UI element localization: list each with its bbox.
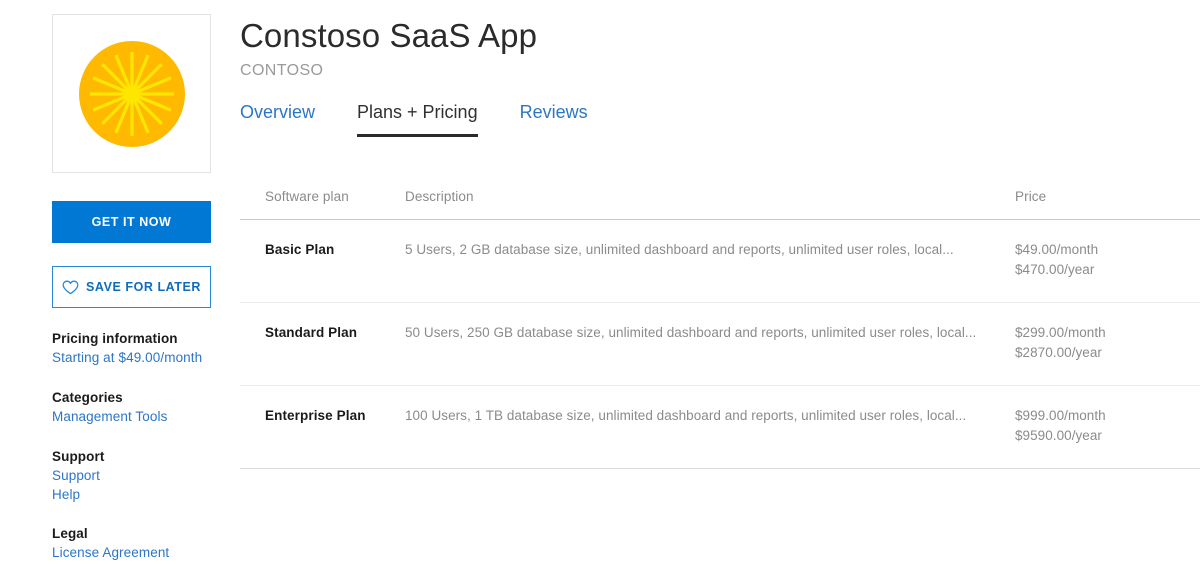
plan-description: 100 Users, 1 TB database size, unlimited… (405, 406, 1015, 425)
column-header-price: Price (1015, 189, 1200, 220)
plan-description: 5 Users, 2 GB database size, unlimited d… (405, 240, 1015, 259)
plan-description: 50 Users, 250 GB database size, unlimite… (405, 323, 1015, 342)
tab-plans-pricing[interactable]: Plans + Pricing (357, 99, 478, 137)
page-title: Constoso SaaS App (240, 16, 1180, 56)
offer-header: Constoso SaaS App CONTOSO Overview Plans… (240, 16, 1180, 137)
sidebar-link-starting-price[interactable]: Starting at $49.00/month (52, 348, 212, 367)
plan-name: Standard Plan (265, 323, 405, 342)
sun-burst-icon (72, 34, 192, 154)
column-header-software-plan: Software plan (240, 189, 405, 220)
plan-price-yearly: $470.00/year (1015, 260, 1200, 280)
tab-reviews[interactable]: Reviews (520, 99, 588, 137)
save-for-later-button[interactable]: SAVE FOR LATER (52, 266, 211, 308)
plan-name: Enterprise Plan (265, 406, 405, 425)
marketplace-offer-page: GET IT NOW SAVE FOR LATER Pricing inform… (0, 0, 1200, 565)
sidebar-section-title: Pricing information (52, 329, 212, 348)
tab-overview[interactable]: Overview (240, 99, 315, 137)
sidebar-link-management-tools[interactable]: Management Tools (52, 407, 212, 426)
offer-logo (52, 14, 211, 173)
table-row[interactable]: Basic Plan 5 Users, 2 GB database size, … (240, 220, 1200, 303)
save-for-later-label: SAVE FOR LATER (86, 280, 201, 294)
plan-name: Basic Plan (265, 240, 405, 259)
get-it-now-label: GET IT NOW (92, 215, 172, 229)
heart-icon (62, 280, 79, 295)
sidebar-link-help[interactable]: Help (52, 485, 212, 504)
column-header-description: Description (405, 189, 1015, 220)
left-sidebar: GET IT NOW SAVE FOR LATER Pricing inform… (52, 14, 212, 565)
sidebar-section-categories: Categories Management Tools (52, 388, 212, 426)
plan-price-yearly: $2870.00/year (1015, 343, 1200, 363)
get-it-now-button[interactable]: GET IT NOW (52, 201, 211, 243)
sidebar-link-support[interactable]: Support (52, 466, 212, 485)
sidebar-section-support: Support Support Help (52, 447, 212, 504)
table-row[interactable]: Standard Plan 50 Users, 250 GB database … (240, 303, 1200, 386)
sidebar-section-title: Categories (52, 388, 212, 407)
plan-price-monthly: $999.00/month (1015, 406, 1200, 426)
plan-price-monthly: $299.00/month (1015, 323, 1200, 343)
tab-bar: Overview Plans + Pricing Reviews (240, 99, 1180, 137)
sidebar-section-legal: Legal License Agreement Privacy Policy (52, 524, 212, 565)
table-row[interactable]: Enterprise Plan 100 Users, 1 TB database… (240, 386, 1200, 469)
plan-price-monthly: $49.00/month (1015, 240, 1200, 260)
table-header-row: Software plan Description Price (240, 189, 1200, 220)
sidebar-section-title: Legal (52, 524, 212, 543)
publisher-name: CONTOSO (240, 60, 1180, 82)
sidebar-section-title: Support (52, 447, 212, 466)
plan-price-yearly: $9590.00/year (1015, 426, 1200, 446)
plans-pricing-table: Software plan Description Price Basic Pl… (240, 189, 1200, 469)
sidebar-link-license-agreement[interactable]: License Agreement (52, 543, 212, 562)
sidebar-section-pricing: Pricing information Starting at $49.00/m… (52, 329, 212, 367)
